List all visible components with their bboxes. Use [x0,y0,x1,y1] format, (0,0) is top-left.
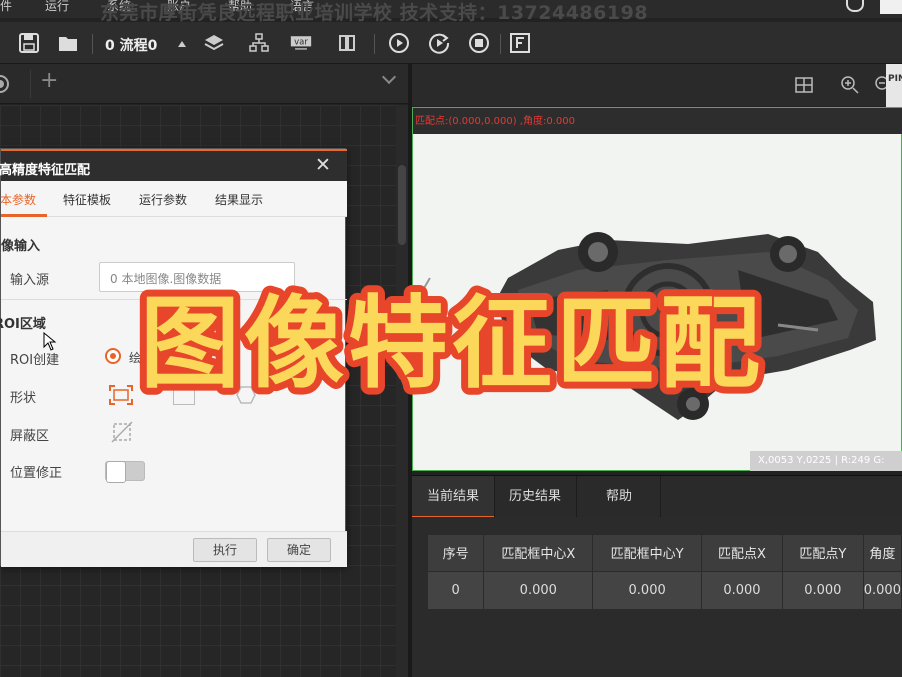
table-header-row: 序号 匹配框中心X 匹配框中心Y 匹配点X 匹配点Y 角度 [428,535,902,571]
open-folder-icon[interactable] [57,32,79,54]
position-fix-toggle[interactable] [105,461,145,483]
toolbar-separator [92,34,93,54]
tab-current-results[interactable]: 当前结果 [412,476,494,518]
dialog-title-bar[interactable]: 高精度特征匹配 ✕ [0,149,347,181]
pixel-status-bar: X,0053 Y,0225 | R:249 G: [750,451,902,471]
video-overlay-corner [880,0,902,14]
tab-separator [30,70,31,98]
hierarchy-icon[interactable] [248,32,270,54]
banner-text: 图像特征匹配 [140,285,764,398]
toolbar-separator [374,34,375,54]
panel-icon[interactable] [336,32,358,54]
table-cell: 0.000 [701,570,783,609]
menu-file[interactable]: 件 [0,0,12,14]
menu-run[interactable]: 运行 [45,0,69,14]
flow-tab-strip: + [0,64,408,104]
tab-separator [576,476,577,518]
rectangle-shape-icon[interactable] [109,385,133,405]
table-cell: 0.000 [863,570,902,609]
mouse-cursor-icon [43,331,57,352]
app-window: 件 运行 系统 账户 帮助 语言 东莞市厚街凭良远程职业培训学校 技术支持：13… [0,0,902,677]
table-cell: 0.000 [483,570,594,609]
layers-icon[interactable] [203,32,225,54]
menu-bar: 件 运行 系统 账户 帮助 语言 东莞市厚街凭良远程职业培训学校 技术支持：13… [0,0,902,24]
tab-result-display[interactable]: 结果显示 [215,191,263,208]
results-tab-bar: 当前结果 历史结果 帮助 [412,475,902,518]
table-cell: 0.000 [782,570,864,609]
pip-text: PIN [888,74,902,84]
tab-close-icon[interactable] [0,75,9,93]
stop-icon[interactable] [468,32,490,54]
add-tab-icon[interactable]: + [40,68,58,93]
confirm-button[interactable]: 确定 [267,538,331,562]
column-header[interactable]: 角度 [863,535,902,571]
cloud-icon[interactable] [846,0,864,12]
column-header[interactable]: 序号 [428,535,485,571]
video-pip-overlay: PIN [886,64,902,108]
match-info-bar: 匹配点:(0.000,0.000) ,角度:0.000 [413,108,902,134]
tab-history-results[interactable]: 历史结果 [494,476,576,518]
table-cell: 0 [428,570,485,609]
chevron-down-icon[interactable] [381,69,397,85]
tab-run-params[interactable]: 运行参数 [139,191,187,208]
shape-label: 形状 [10,391,37,406]
mask-area-label: 屏蔽区 [10,429,50,444]
save-icon[interactable] [18,32,40,54]
execute-button[interactable]: 执行 [193,538,257,562]
main-toolbar: 0 流程0 var [0,22,902,64]
match-info-text: 匹配点:(0.000,0.000) ,角度:0.000 [415,116,575,127]
column-header[interactable]: 匹配点X [701,535,783,571]
active-tab-indicator [1,214,47,217]
flow-selector[interactable]: 0 流程0 [105,35,157,55]
roi-draw-radio[interactable] [105,348,121,364]
tab-feature-template[interactable]: 特征模板 [63,191,111,208]
image-input-section-title: 图像输入 [0,239,41,254]
toolbar-separator [500,34,501,54]
table-cell: 0.000 [592,570,703,609]
run-once-icon[interactable] [388,32,410,54]
zoom-in-icon[interactable] [840,75,860,95]
dialog-tabs: 基本参数 特征模板 运行参数 结果显示 [0,181,347,217]
pixel-status-text: X,0053 Y,0225 | R:249 G: [758,455,885,466]
dialog-title: 高精度特征匹配 [0,163,91,178]
mask-area-icon[interactable] [110,420,134,444]
position-fix-label: 位置修正 [10,466,63,481]
roi-section-title: ROI区域 [0,317,46,332]
variable-icon[interactable]: var [290,32,316,54]
input-source-label: 输入源 [10,273,50,288]
tab-basic-params[interactable]: 基本参数 [0,191,36,208]
scrollbar-thumb[interactable] [398,165,406,245]
dialog-footer: 执行 确定 [1,531,347,567]
table-row[interactable]: 0 0.000 0.000 0.000 0.000 0.000 [428,570,902,609]
close-icon[interactable]: ✕ [315,156,331,175]
flow-dropdown-icon[interactable] [178,41,186,47]
variable-icon-text: var [294,37,308,47]
column-header[interactable]: 匹配框中心Y [592,535,703,571]
format-icon[interactable] [509,32,531,54]
grid-view-icon[interactable] [794,75,814,95]
image-viewer-toolbar [412,64,902,106]
tab-help[interactable]: 帮助 [578,476,660,518]
column-header[interactable]: 匹配点Y [782,535,864,571]
results-table: 序号 匹配框中心X 匹配框中心Y 匹配点X 匹配点Y 角度 0 0.000 0.… [428,535,902,609]
run-loop-icon[interactable] [428,32,450,54]
column-header[interactable]: 匹配框中心X [483,535,594,571]
title-banner: 图像特征匹配 [133,278,767,398]
tab-separator [660,476,661,518]
